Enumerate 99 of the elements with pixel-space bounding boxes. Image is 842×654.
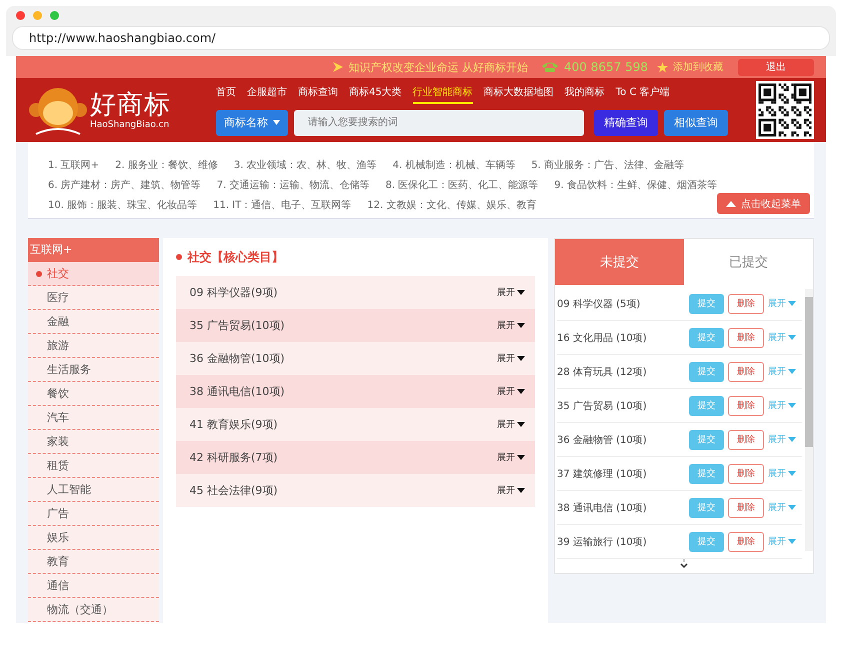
delete-button[interactable]: 删除	[728, 430, 764, 450]
industry-link[interactable]: 12. 文教娱：文化、传媒、娱乐、教育	[367, 198, 536, 212]
expand-link[interactable]: 展开	[497, 451, 526, 464]
phone-icon	[541, 61, 560, 73]
class-name: 38 通讯电信 (10项)	[557, 502, 648, 514]
slogan-text: 知识产权改变企业命运 从好商标开始	[348, 60, 528, 74]
minimize-window-icon[interactable]	[33, 11, 42, 20]
search-button[interactable]: 精确查询	[594, 110, 658, 136]
class-name: 09 科学仪器(9项)	[189, 285, 278, 300]
delete-button[interactable]: 删除	[728, 396, 764, 416]
class-name: 16 文化用品 (10项)	[557, 332, 648, 344]
class-row[interactable]: 38 通讯电信(10项) 展开	[176, 375, 536, 408]
class-row[interactable]: 09 科学仪器(9项) 展开	[176, 276, 536, 309]
sidebar-item[interactable]: 娱乐	[28, 526, 160, 550]
delete-button[interactable]: 删除	[728, 464, 764, 484]
class-name: 36 金融物管 (10项)	[557, 434, 648, 446]
sidebar-item[interactable]: 物流（交通）	[28, 598, 160, 622]
sidebar-item[interactable]: 租赁	[28, 454, 160, 478]
logo-domain: HaoShangBiao.cn	[90, 120, 170, 130]
delete-button[interactable]: 删除	[728, 362, 764, 382]
sidebar-item[interactable]: 汽车	[28, 406, 160, 430]
phone-number: 400 8657 598	[564, 60, 648, 74]
maximize-window-icon[interactable]	[50, 11, 59, 20]
class-row[interactable]: 35 广告贸易(10项) 展开	[176, 309, 536, 342]
expand-link[interactable]: 展开	[497, 286, 526, 299]
industry-link[interactable]: 9. 食品饮料：生鲜、保健、烟酒茶等	[554, 178, 717, 192]
class-row[interactable]: 36 金融物管(10项) 展开	[176, 342, 536, 375]
tab[interactable]: 已提交	[684, 239, 813, 285]
logout-button[interactable]: 退出	[738, 58, 814, 76]
sidebar-item[interactable]: 生活服务	[28, 358, 160, 382]
search-button[interactable]: 相似查询	[664, 110, 728, 136]
delete-button[interactable]: 删除	[728, 328, 764, 348]
class-name: 41 教育娱乐(9项)	[189, 417, 278, 432]
nav-link[interactable]: 企服超市	[247, 84, 287, 104]
sidebar-item[interactable]: 人工智能	[28, 478, 160, 502]
industry-link[interactable]: 4. 机械制造：机械、车辆等	[392, 158, 516, 172]
sidebar-item[interactable]: 社交	[28, 262, 160, 286]
nav-link[interactable]: 商标查询	[298, 84, 338, 104]
section-title: 社交【核心类目】	[187, 248, 284, 266]
collapse-menu-button[interactable]: 点击收起菜单	[716, 193, 810, 214]
expand-link[interactable]: 展开	[497, 319, 526, 332]
class-name: 35 广告贸易(10项)	[189, 318, 285, 333]
sidebar-item[interactable]: 广告	[28, 502, 160, 526]
nav-link[interactable]: 行业智能商标	[412, 84, 473, 104]
class-name: 36 金融物管(10项)	[189, 351, 285, 366]
sidebar-title: 互联网+	[28, 238, 160, 262]
industry-link[interactable]: 5. 商业服务：广告、法律、金融等	[531, 158, 684, 172]
bullet-icon	[176, 254, 182, 260]
delete-button[interactable]: 删除	[728, 294, 764, 314]
nav-link[interactable]: 首页	[216, 84, 236, 104]
sidebar-item[interactable]: 教育	[28, 550, 160, 574]
class-row[interactable]: 45 社会法律(9项) 展开	[176, 474, 536, 507]
nav-link[interactable]: 我的商标	[564, 84, 605, 104]
industry-link[interactable]: 11. IT：通信、电子、互联网等	[213, 198, 352, 212]
close-window-icon[interactable]	[16, 11, 25, 20]
sidebar-item[interactable]: 医疗	[28, 286, 160, 310]
industry-link[interactable]: 10. 服饰：服装、珠宝、化妆品等	[48, 198, 198, 212]
class-name: 42 科研服务(7项)	[189, 450, 278, 465]
expand-link[interactable]: 展开	[497, 385, 526, 398]
qr-code-icon	[756, 81, 814, 139]
logo-text: 好商标	[90, 90, 171, 120]
address-field[interactable]: http://www.haoshangbiao.com/	[12, 26, 830, 50]
industry-link[interactable]: 8. 医保化工：医药、化工、能源等	[385, 178, 538, 192]
expand-link[interactable]: 展开	[497, 418, 526, 431]
search-type-dropdown[interactable]: 商标名称	[216, 110, 288, 136]
sidebar-item[interactable]: 金融	[28, 310, 160, 334]
class-name: 39 运输旅行 (10项)	[557, 536, 648, 548]
sidebar-item[interactable]: 餐饮	[28, 382, 160, 406]
class-name: 28 体育玩具 (12项)	[557, 366, 648, 378]
class-row[interactable]: 41 教育娱乐(9项) 展开	[176, 408, 536, 441]
class-name: 09 科学仪器 (5项)	[557, 298, 642, 310]
tab[interactable]: 未提交	[555, 239, 684, 285]
industry-link[interactable]: 3. 农业领域：农、林、牧、渔等	[234, 158, 377, 172]
caret-up-icon	[726, 200, 736, 207]
class-name: 37 建筑修理 (10项)	[557, 468, 648, 480]
nav-link[interactable]: To C 客户端	[616, 84, 670, 104]
search-field[interactable]: 请输入您要搜索的词	[294, 110, 584, 136]
class-name: 38 通讯电信(10项)	[189, 384, 285, 399]
nav-link[interactable]: 商标大数据地图	[484, 84, 554, 104]
nav-link[interactable]: 商标45大类	[349, 84, 402, 104]
class-row[interactable]: 42 科研服务(7项) 展开	[176, 441, 536, 474]
expand-link[interactable]: 展开	[497, 352, 526, 365]
arrow-icon	[332, 61, 344, 73]
caret-down-icon	[273, 120, 280, 125]
industry-link[interactable]: 6. 房产建材：房产、建筑、物管等	[48, 178, 201, 192]
industry-link[interactable]: 1. 互联网+	[48, 158, 100, 172]
sidebar-item[interactable]: 旅游	[28, 334, 160, 358]
scrollbar[interactable]	[805, 289, 813, 551]
class-name: 45 社会法律(9项)	[189, 483, 278, 498]
delete-button[interactable]: 删除	[728, 532, 764, 552]
sidebar-item[interactable]: 通信	[28, 574, 160, 598]
expand-link[interactable]: 展开	[497, 484, 526, 497]
sidebar-item[interactable]: 家装	[28, 430, 160, 454]
class-name: 35 广告贸易 (10项)	[557, 400, 648, 412]
industry-link[interactable]: 7. 交通运输：运输、物流、仓储等	[216, 178, 370, 192]
industry-link[interactable]: 2. 服务业：餐饮、维修	[115, 158, 218, 172]
delete-button[interactable]: 删除	[728, 498, 764, 518]
chevron-down-icon[interactable]	[680, 559, 688, 569]
star-icon	[657, 62, 668, 72]
